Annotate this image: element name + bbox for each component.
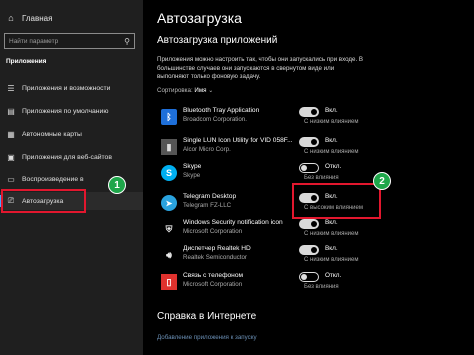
app-name: Skype [183, 163, 202, 170]
section-subtitle: Автозагрузка приложений [157, 35, 278, 46]
sidebar-item-label: Воспроизведение в [22, 175, 84, 183]
default-apps-icon: ▤ [7, 106, 15, 116]
sidebar-item-label: Приложения по умолчанию [22, 107, 109, 115]
sidebar-item-offline-maps[interactable]: ▦ Автономные карты [0, 125, 143, 143]
search-input[interactable] [9, 37, 114, 45]
startup-toggle[interactable] [299, 245, 319, 255]
startup-toggle[interactable] [299, 219, 319, 229]
toggle-state: Вкл. [325, 107, 338, 114]
speaker-icon: 🔊︎ [166, 249, 172, 260]
app-name: Bluetooth Tray Application [183, 107, 260, 114]
sort-label: Сортировка: [157, 87, 193, 94]
sidebar-item-default-apps[interactable]: ▤ Приложения по умолчанию [0, 102, 143, 120]
startup-app-row: 🔊︎ Диспетчер Realtek HD Realtek Semicond… [157, 244, 467, 270]
callout-box-startup [1, 189, 86, 213]
app-name: Диспетчер Realtek HD [183, 245, 251, 252]
sidebar-home-label: Главная [22, 13, 53, 23]
impact-label: Без влияния [304, 175, 339, 181]
web-apps-icon: ▣ [7, 152, 15, 162]
startup-toggle[interactable] [299, 107, 319, 117]
sidebar-item-label: Автономные карты [22, 130, 82, 138]
startup-toggle[interactable] [299, 272, 319, 282]
skype-icon: S [161, 165, 177, 181]
page-title: Автозагрузка [157, 10, 242, 26]
toggle-state: Вкл. [325, 219, 338, 226]
phone-link-icon: ▯ [161, 274, 177, 290]
app-publisher: Microsoft Corporation [183, 228, 243, 235]
sidebar-item-label: Приложения для веб-сайтов [22, 153, 112, 161]
toggle-state: Вкл. [325, 137, 338, 144]
toggle-state: Откл. [325, 163, 342, 170]
sidebar-search: ⚲ [4, 33, 135, 49]
sort-control[interactable]: Сортировка: Имя ⌄ [157, 87, 213, 94]
impact-label: С низким влиянием [304, 149, 359, 155]
home-icon: ⌂ [8, 13, 14, 23]
impact-label: С низким влиянием [304, 119, 359, 125]
startup-app-row: ᛒ Bluetooth Tray Application Broadcom Co… [157, 106, 467, 132]
startup-page: Автозагрузка Автозагрузка приложений При… [143, 0, 474, 355]
app-publisher: Broadcom Corporation. [183, 116, 247, 123]
impact-label: С низким влиянием [304, 231, 359, 237]
usb-drive-icon: ▮ [161, 139, 177, 155]
telegram-icon: ➤ [161, 195, 177, 211]
app-publisher: Microsoft Corporation [183, 281, 243, 288]
help-title: Справка в Интернете [157, 311, 257, 322]
toggle-state: Вкл. [325, 245, 338, 252]
shield-icon: ⛨ [165, 223, 173, 234]
chevron-down-icon: ⌄ [208, 87, 214, 94]
bluetooth-icon: ᛒ [161, 109, 177, 125]
app-name: Связь с телефоном [183, 272, 244, 279]
sidebar-item-apps-features[interactable]: ☰ Приложения и возможности [0, 79, 143, 97]
startup-toggle[interactable] [299, 163, 319, 173]
startup-toggle[interactable] [299, 137, 319, 147]
help-link[interactable]: Добавление приложения к запуску [157, 334, 257, 341]
app-publisher: Skype [183, 172, 201, 179]
impact-label: Без влияния [304, 284, 339, 290]
sidebar-section-title: Приложения [6, 58, 47, 65]
app-name: Telegram Desktop [183, 193, 237, 200]
app-publisher: Telegram FZ-LLC [183, 202, 232, 209]
callout-badge-2: 2 [373, 172, 391, 190]
sidebar-item-web-apps[interactable]: ▣ Приложения для веб-сайтов [0, 148, 143, 166]
callout-box-telegram [292, 183, 381, 219]
apps-list-icon: ☰ [7, 83, 15, 93]
map-icon: ▦ [7, 129, 15, 139]
section-description: Приложения можно настроить так, чтобы он… [157, 56, 364, 81]
sort-value[interactable]: Имя [194, 87, 206, 94]
callout-badge-1: 1 [108, 176, 126, 194]
startup-app-row: ▮ Single LUN Icon Utility for VID 058F..… [157, 136, 467, 162]
startup-app-row: ▯ Связь с телефоном Microsoft Corporatio… [157, 271, 467, 297]
app-name: Single LUN Icon Utility for VID 058F... [183, 137, 293, 144]
app-publisher: Alcor Micro Corp. [183, 146, 231, 153]
startup-app-row: ⛨ Windows Security notification icon Mic… [157, 218, 467, 244]
app-name: Windows Security notification icon [183, 219, 283, 226]
search-icon[interactable]: ⚲ [124, 37, 130, 46]
toggle-state: Откл. [325, 272, 342, 279]
video-icon: ▭ [7, 174, 15, 184]
impact-label: С низким влиянием [304, 257, 359, 263]
sidebar-home-link[interactable]: ⌂ Главная [0, 10, 143, 26]
sidebar-item-label: Приложения и возможности [22, 84, 111, 92]
app-publisher: Realtek Semiconductor [183, 254, 247, 261]
